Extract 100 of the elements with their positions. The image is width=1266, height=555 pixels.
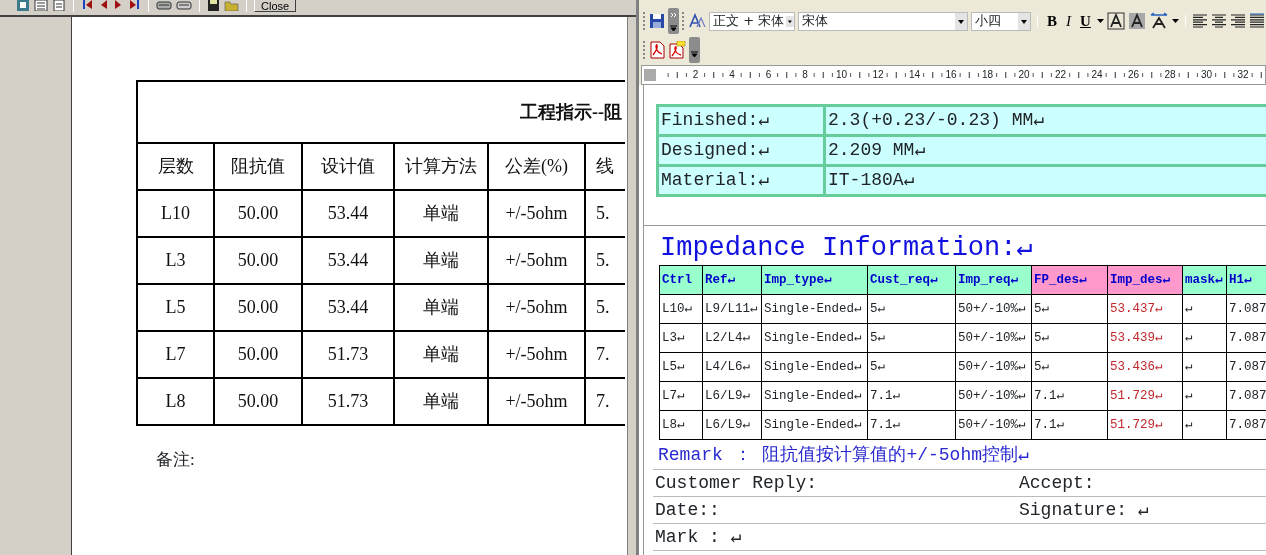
caret-icon [1018,12,1030,30]
table-cell: +/-5ohm [488,331,585,378]
align-right-icon[interactable] [1229,13,1246,29]
column-header: Ctrl [659,265,703,295]
caret-icon[interactable] [1171,19,1179,23]
table-cell: 5↵ [867,323,956,353]
table-cell: 5↵ [867,352,956,382]
table-cell: L10↵ [659,294,703,324]
table-cell: 7.1↵ [1031,381,1108,411]
justify-icon[interactable] [1248,13,1265,29]
last-page-icon[interactable] [129,0,141,10]
table-cell: Finished:↵ [657,105,825,136]
table-cell: 单端 [394,237,488,284]
save-icon[interactable] [207,0,220,11]
table-cell: Single-Ended↵ [761,381,868,411]
column-header: Cust_req↵ [867,265,956,295]
table-cell: 5↵ [1031,323,1108,353]
caret-icon[interactable] [1096,19,1104,23]
table-cell: Single-Ended↵ [761,352,868,382]
font-size-dropdown[interactable]: 小四 [971,11,1031,31]
table-cell: 单端 [394,331,488,378]
table-cell: L3↵ [659,323,703,353]
note-label: 备注: [156,449,195,471]
pdf-icon[interactable] [649,41,665,59]
caret-icon [955,12,967,30]
table-cell: 50+/-10%↵ [955,410,1032,440]
table-cell: 7.1↵ [867,381,956,411]
table-cell: 50+/-10%↵ [955,323,1032,353]
table-cell: 51.73 [302,378,394,425]
form-label: Signature: ↵ [1019,498,1149,522]
page-icon[interactable] [52,0,66,11]
table-cell: Designed:↵ [657,135,825,166]
table-cell: 2.3(+0.23/-0.23) MM↵ [824,105,1266,136]
ruler[interactable]: 2 4 6 8 10 12 14 16 18 20 22 24 26 28 30 32 [641,65,1266,85]
close-button[interactable]: Close [254,0,297,12]
table-cell: 2.209 MM↵ [824,135,1266,166]
table-cell: 50.00 [214,331,302,378]
table-cell: L6/L9↵ [702,410,762,440]
column-header: H1↵ [1226,265,1266,295]
table-cell: ↵ [1182,352,1227,382]
table-cell: L8 [137,378,214,425]
table-cell: 单端 [394,284,488,331]
align-left-icon[interactable] [1191,13,1208,29]
column-header: FP_des↵ [1031,265,1108,295]
style-dropdown[interactable]: 正文 + 宋体 [709,11,795,31]
character-border-icon[interactable] [1106,12,1125,30]
table-cell: 50+/-10%↵ [955,352,1032,382]
column-header: Ref↵ [702,265,762,295]
table-cell: +/-5ohm [488,378,585,425]
character-scaling-icon[interactable] [1148,12,1169,30]
table-cell: 5↵ [1031,294,1108,324]
table-cell: L6/L9↵ [702,381,762,411]
column-header: 计算方法 [394,143,488,190]
table-cell: L3 [137,237,214,284]
styles-icon[interactable] [688,13,706,29]
table-cell: L2/L4↵ [702,323,762,353]
table-cell: L9/L11↵ [702,294,762,324]
form-label: Mark : ↵ [655,526,742,547]
toolbar-options-icon[interactable] [668,8,679,34]
table-cell: ↵ [1182,294,1227,324]
table-cell: 53.436↵ [1107,352,1183,382]
font-dropdown[interactable]: 宋体 [798,11,968,31]
report-title: 工程指示--阻 [137,81,626,143]
table-cell: 53.437↵ [1107,294,1183,324]
list-icon[interactable] [34,0,48,11]
table-cell: IT-180A↵ [824,165,1266,196]
column-header: 阻抗值 [214,143,302,190]
toolbar-options-icon[interactable] [689,37,700,63]
align-center-icon[interactable] [1210,13,1227,29]
table-cell: L4/L6↵ [702,352,762,382]
table-cell: 50+/-10%↵ [955,294,1032,324]
column-header: Imp_type↵ [761,265,868,295]
table-cell: 53.44 [302,284,394,331]
table-cell: 50+/-10%↵ [955,381,1032,411]
first-page-icon[interactable] [81,0,93,10]
table-cell: L7↵ [659,381,703,411]
table-cell: 50.00 [214,378,302,425]
table-cell: Material:↵ [657,165,825,196]
table-cell: +/-5ohm [488,237,585,284]
table-cell: 5↵ [867,294,956,324]
form-label: Customer Reply: [655,472,818,493]
italic-button[interactable]: I [1063,12,1074,30]
table-cell: 7.1↵ [1031,410,1108,440]
table-cell: +/-5ohm [488,284,585,331]
column-header: Imp_des↵ [1107,265,1183,295]
table-cell: 51.729↵ [1107,410,1183,440]
table-cell: L10 [137,190,214,237]
table-cell: 5↵ [1031,352,1108,382]
section-heading: Impedance Information:↵ [660,232,1033,265]
character-shading-icon[interactable] [1127,12,1146,30]
column-header: mask↵ [1182,265,1227,295]
table-cell: 单端 [394,378,488,425]
pdf-comment-icon[interactable] [668,41,686,59]
table-cell: 51.73 [302,331,394,378]
underline-button[interactable]: U [1077,12,1094,30]
table-cell: 7.1↵ [867,410,956,440]
bold-button[interactable]: B [1044,12,1060,30]
table-cell: Single-Ended↵ [761,410,868,440]
save-icon[interactable] [649,13,665,29]
table-cell: ↵ [1182,410,1227,440]
